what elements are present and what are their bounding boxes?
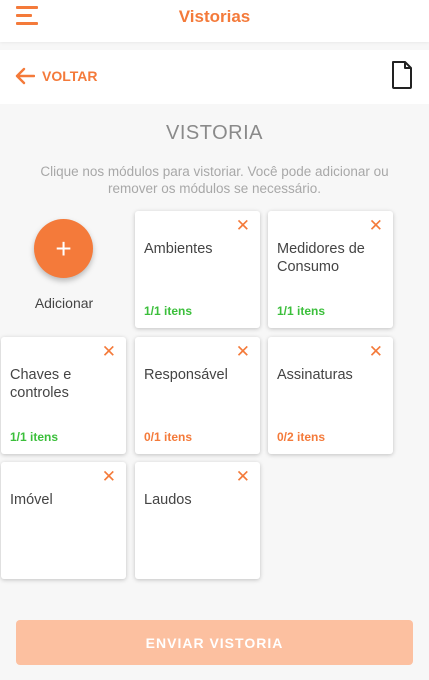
module-count: 1/1 itens [10, 430, 59, 444]
close-icon[interactable]: ✕ [369, 342, 383, 362]
back-button[interactable]: VOLTAR [15, 65, 97, 87]
module-card-assinaturas[interactable]: ✕ Assinaturas 0/2 itens [268, 337, 393, 454]
close-icon[interactable]: ✕ [102, 467, 116, 487]
module-title: Imóvel [10, 492, 53, 508]
instructions-text: Clique nos módulos para vistoriar. Você … [40, 164, 389, 196]
close-icon[interactable]: ✕ [236, 216, 250, 236]
back-bar: VOLTAR [0, 50, 429, 104]
module-title: Ambientes [144, 241, 213, 257]
section-title: VISTORIA [166, 122, 263, 144]
close-icon[interactable]: ✕ [236, 467, 250, 487]
app-bar: Vistorias [0, 0, 429, 42]
document-icon[interactable] [390, 60, 414, 90]
submit-inspection-button[interactable]: ENVIAR VISTORIA [16, 620, 413, 665]
add-module-label: Adicionar [34, 295, 94, 311]
page-title: Vistorias [178, 7, 251, 26]
back-label: VOLTAR [42, 68, 98, 84]
module-card-laudos[interactable]: ✕ Laudos [135, 462, 260, 579]
module-card-medidores[interactable]: ✕ Medidores de Consumo 1/1 itens [268, 211, 393, 328]
module-card-chaves[interactable]: ✕ Chaves e controles 1/1 itens [1, 337, 126, 454]
module-title: Medidores de Consumo [277, 241, 365, 275]
close-icon[interactable]: ✕ [369, 216, 383, 236]
module-count: 1/1 itens [144, 304, 193, 318]
close-icon[interactable]: ✕ [102, 342, 116, 362]
module-count: 0/2 itens [277, 430, 326, 444]
add-module-button[interactable]: + [34, 219, 93, 278]
arrow-left-icon [15, 67, 35, 85]
module-card-imovel[interactable]: ✕ Imóvel [1, 462, 126, 579]
module-title: Assinaturas [277, 367, 353, 383]
plus-icon: + [55, 232, 72, 264]
module-title: Laudos [144, 492, 192, 508]
module-title: Responsável [144, 367, 228, 383]
module-count: 0/1 itens [144, 430, 193, 444]
module-title: Chaves e controles [10, 367, 72, 401]
module-count: 1/1 itens [277, 304, 326, 318]
module-card-responsavel[interactable]: ✕ Responsável 0/1 itens [135, 337, 260, 454]
close-icon[interactable]: ✕ [236, 342, 250, 362]
module-card-ambientes[interactable]: ✕ Ambientes 1/1 itens [135, 211, 260, 328]
